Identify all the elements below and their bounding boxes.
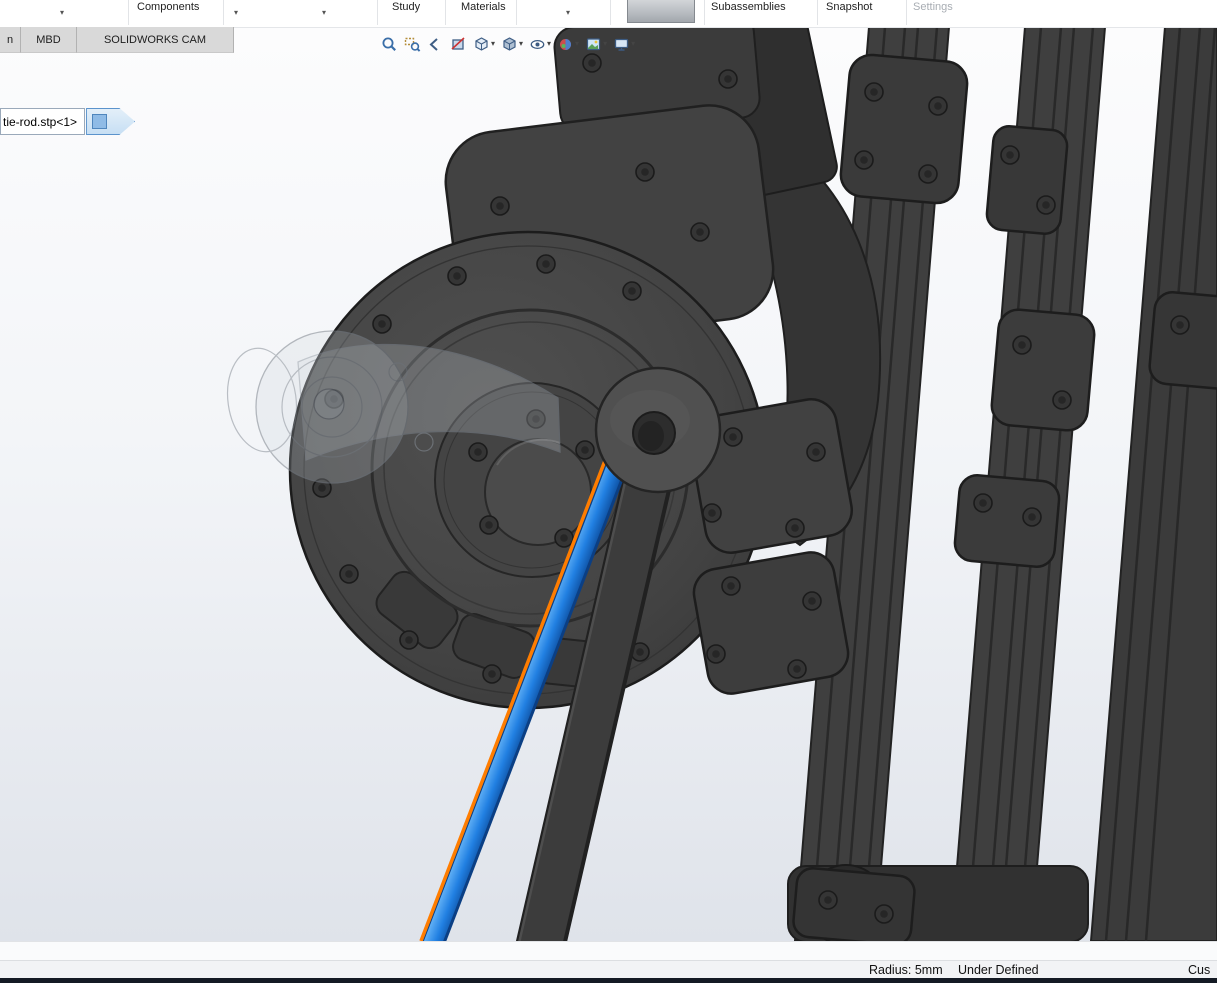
edit-appearance-button[interactable]: ▾ xyxy=(554,33,582,55)
view-orientation-icon xyxy=(473,36,490,53)
standoff-boss[interactable] xyxy=(596,368,720,492)
apply-scene-icon xyxy=(585,36,602,53)
hide-show-items-button[interactable]: ▾ xyxy=(526,33,554,55)
ribbon-dropdown-caret[interactable]: ▾ xyxy=(234,9,238,17)
ribbon-dropdown-caret[interactable]: ▾ xyxy=(566,9,570,17)
assembly-model[interactable] xyxy=(0,27,1217,941)
ribbon-group-snapshot[interactable]: Snapshot xyxy=(826,1,872,13)
taskbar-edge xyxy=(0,978,1217,983)
previous-view-icon xyxy=(427,36,444,53)
status-right-text: Cus xyxy=(1188,963,1210,977)
viewport-lower-band xyxy=(0,941,1217,961)
component-icon xyxy=(92,114,107,129)
zoom-to-fit-icon xyxy=(381,36,398,53)
hide-show-items-icon xyxy=(529,36,546,53)
heads-up-view-toolbar: ▾ ▾ ▾ ▾ ▾ xyxy=(378,33,638,55)
ribbon-separator xyxy=(817,0,818,25)
dropdown-caret[interactable]: ▾ xyxy=(519,40,523,48)
status-measurement: Radius: 5mm xyxy=(869,963,943,977)
view-settings-button[interactable]: ▾ xyxy=(610,33,638,55)
graphics-area[interactable]: ▾ ▾ ▾ ▾ ▾ xyxy=(0,27,1217,941)
ribbon-dropdown-caret[interactable]: ▾ xyxy=(60,9,64,17)
tab-solidworks-cam[interactable]: SOLIDWORKS CAM xyxy=(77,27,234,53)
ribbon-separator xyxy=(223,0,224,25)
status-bar: Radius: 5mm Under Defined Cus xyxy=(0,960,1217,979)
selection-callout-tag[interactable] xyxy=(86,108,135,135)
ribbon-dropdown-caret[interactable]: ▾ xyxy=(322,9,326,17)
edit-appearance-icon xyxy=(557,36,574,53)
display-style-button[interactable]: ▾ xyxy=(498,33,526,55)
ribbon-group-subassemblies[interactable]: Subassemblies xyxy=(711,1,786,13)
view-settings-icon xyxy=(613,36,630,53)
previous-view-button[interactable] xyxy=(424,33,447,55)
tab-motion-partial[interactable]: n xyxy=(0,27,21,53)
ribbon-group-materials[interactable]: Materials xyxy=(461,1,506,13)
selection-callout: tie-rod.stp<1> xyxy=(0,108,135,135)
ribbon: Components Study Materials Subassemblies… xyxy=(0,0,1217,28)
ribbon-separator xyxy=(906,0,907,25)
command-manager-tabs: n MBD SOLIDWORKS CAM xyxy=(0,27,234,52)
zoom-to-fit-button[interactable] xyxy=(378,33,401,55)
ribbon-separator xyxy=(516,0,517,25)
selection-callout-label[interactable]: tie-rod.stp<1> xyxy=(0,108,85,135)
ribbon-separator xyxy=(445,0,446,25)
section-view-icon xyxy=(450,36,467,53)
zoom-to-area-icon xyxy=(404,36,421,53)
ribbon-separator xyxy=(610,0,611,25)
ribbon-separator xyxy=(704,0,705,25)
display-style-icon xyxy=(501,36,518,53)
zoom-to-area-button[interactable] xyxy=(401,33,424,55)
ribbon-separator xyxy=(377,0,378,25)
ribbon-pressed-button[interactable] xyxy=(627,0,695,23)
apply-scene-button[interactable]: ▾ xyxy=(582,33,610,55)
ribbon-group-study[interactable]: Study xyxy=(392,1,420,13)
dropdown-caret[interactable]: ▾ xyxy=(491,40,495,48)
dropdown-caret[interactable]: ▾ xyxy=(603,40,607,48)
section-view-button[interactable] xyxy=(447,33,470,55)
view-orientation-button[interactable]: ▾ xyxy=(470,33,498,55)
dropdown-caret[interactable]: ▾ xyxy=(547,40,551,48)
ribbon-separator xyxy=(128,0,129,25)
ribbon-group-settings: Settings xyxy=(913,1,953,13)
dropdown-caret[interactable]: ▾ xyxy=(575,40,579,48)
ribbon-group-components[interactable]: Components xyxy=(137,1,199,13)
dropdown-caret[interactable]: ▾ xyxy=(631,40,635,48)
status-definition-state: Under Defined xyxy=(958,963,1039,977)
tab-mbd[interactable]: MBD xyxy=(21,27,77,53)
